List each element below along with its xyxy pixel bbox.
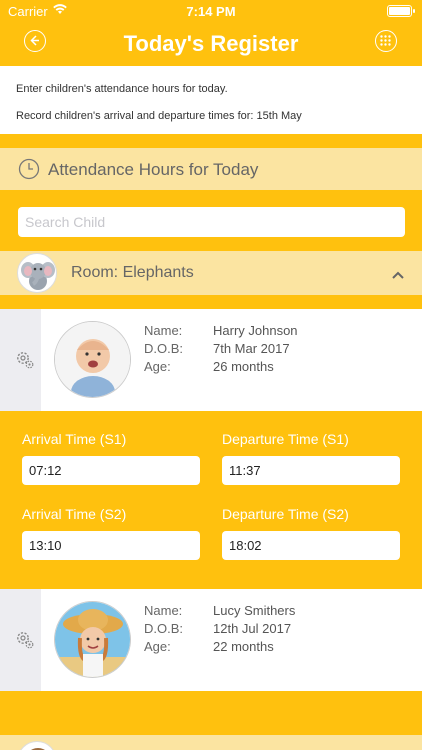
arrival-s1-field[interactable]: 07:12 — [22, 456, 200, 485]
child-age: 22 months — [213, 639, 274, 654]
status-bar: Carrier 7:14 PM — [0, 0, 422, 22]
instructions-panel: Enter children's attendance hours for to… — [0, 66, 422, 134]
settings-gear-icon[interactable] — [15, 350, 35, 375]
instructions-line-2: Record children's arrival and departure … — [16, 110, 302, 122]
child-settings-panel[interactable] — [0, 309, 41, 411]
elephant-avatar-icon — [17, 253, 57, 293]
dob-label: D.O.B: — [144, 341, 184, 356]
child-card[interactable]: Name: Harry Johnson D.O.B: 7th Mar 2017 … — [0, 309, 422, 411]
departure-s2-field[interactable]: 18:02 — [222, 531, 400, 560]
child-dob: 7th Mar 2017 — [213, 341, 290, 356]
child-name: Lucy Smithers — [213, 603, 296, 618]
age-label: Age: — [144, 639, 171, 654]
departure-s1-label: Departure Time (S1) — [222, 431, 349, 447]
attendance-header-label: Attendance Hours for Today — [48, 160, 259, 179]
nav-bar: Today's Register — [0, 22, 422, 66]
instructions-line-1: Enter children's attendance hours for to… — [16, 83, 228, 95]
clock-icon — [18, 158, 40, 185]
arrival-s2-field[interactable]: 13:10 — [22, 531, 200, 560]
child-name: Harry Johnson — [213, 323, 298, 338]
name-label: Name: — [144, 323, 183, 338]
page-title: Today's Register — [123, 31, 299, 56]
attendance-header: Attendance Hours for Today — [0, 148, 422, 190]
child-photo — [54, 321, 131, 398]
arrival-s1-label: Arrival Time (S1) — [22, 431, 127, 447]
monkey-avatar-icon — [17, 741, 57, 750]
name-label: Name: — [144, 603, 183, 618]
dob-label: D.O.B: — [144, 621, 184, 636]
settings-gear-icon[interactable] — [15, 630, 35, 655]
departure-s2-label: Departure Time (S2) — [222, 506, 349, 522]
age-label: Age: — [144, 359, 171, 374]
child-dob: 12th Jul 2017 — [213, 621, 292, 636]
status-time: 7:14 PM — [186, 4, 236, 19]
search-child-input[interactable] — [18, 207, 405, 237]
child-settings-panel[interactable] — [0, 589, 41, 691]
child-age: 26 months — [213, 359, 274, 374]
child-photo — [54, 601, 131, 678]
arrival-s2-label: Arrival Time (S2) — [22, 506, 127, 522]
room-header[interactable]: Room: Elephants — [0, 251, 422, 295]
departure-s1-field[interactable]: 11:37 — [222, 456, 400, 485]
battery-icon — [387, 5, 415, 17]
chevron-up-icon[interactable] — [391, 267, 405, 285]
grid-icon[interactable] — [375, 30, 397, 52]
child-card[interactable]: Name: Lucy Smithers D.O.B: 12th Jul 2017… — [0, 589, 422, 691]
room-label: Room: Elephants — [71, 264, 194, 281]
next-room-header[interactable] — [0, 735, 422, 750]
